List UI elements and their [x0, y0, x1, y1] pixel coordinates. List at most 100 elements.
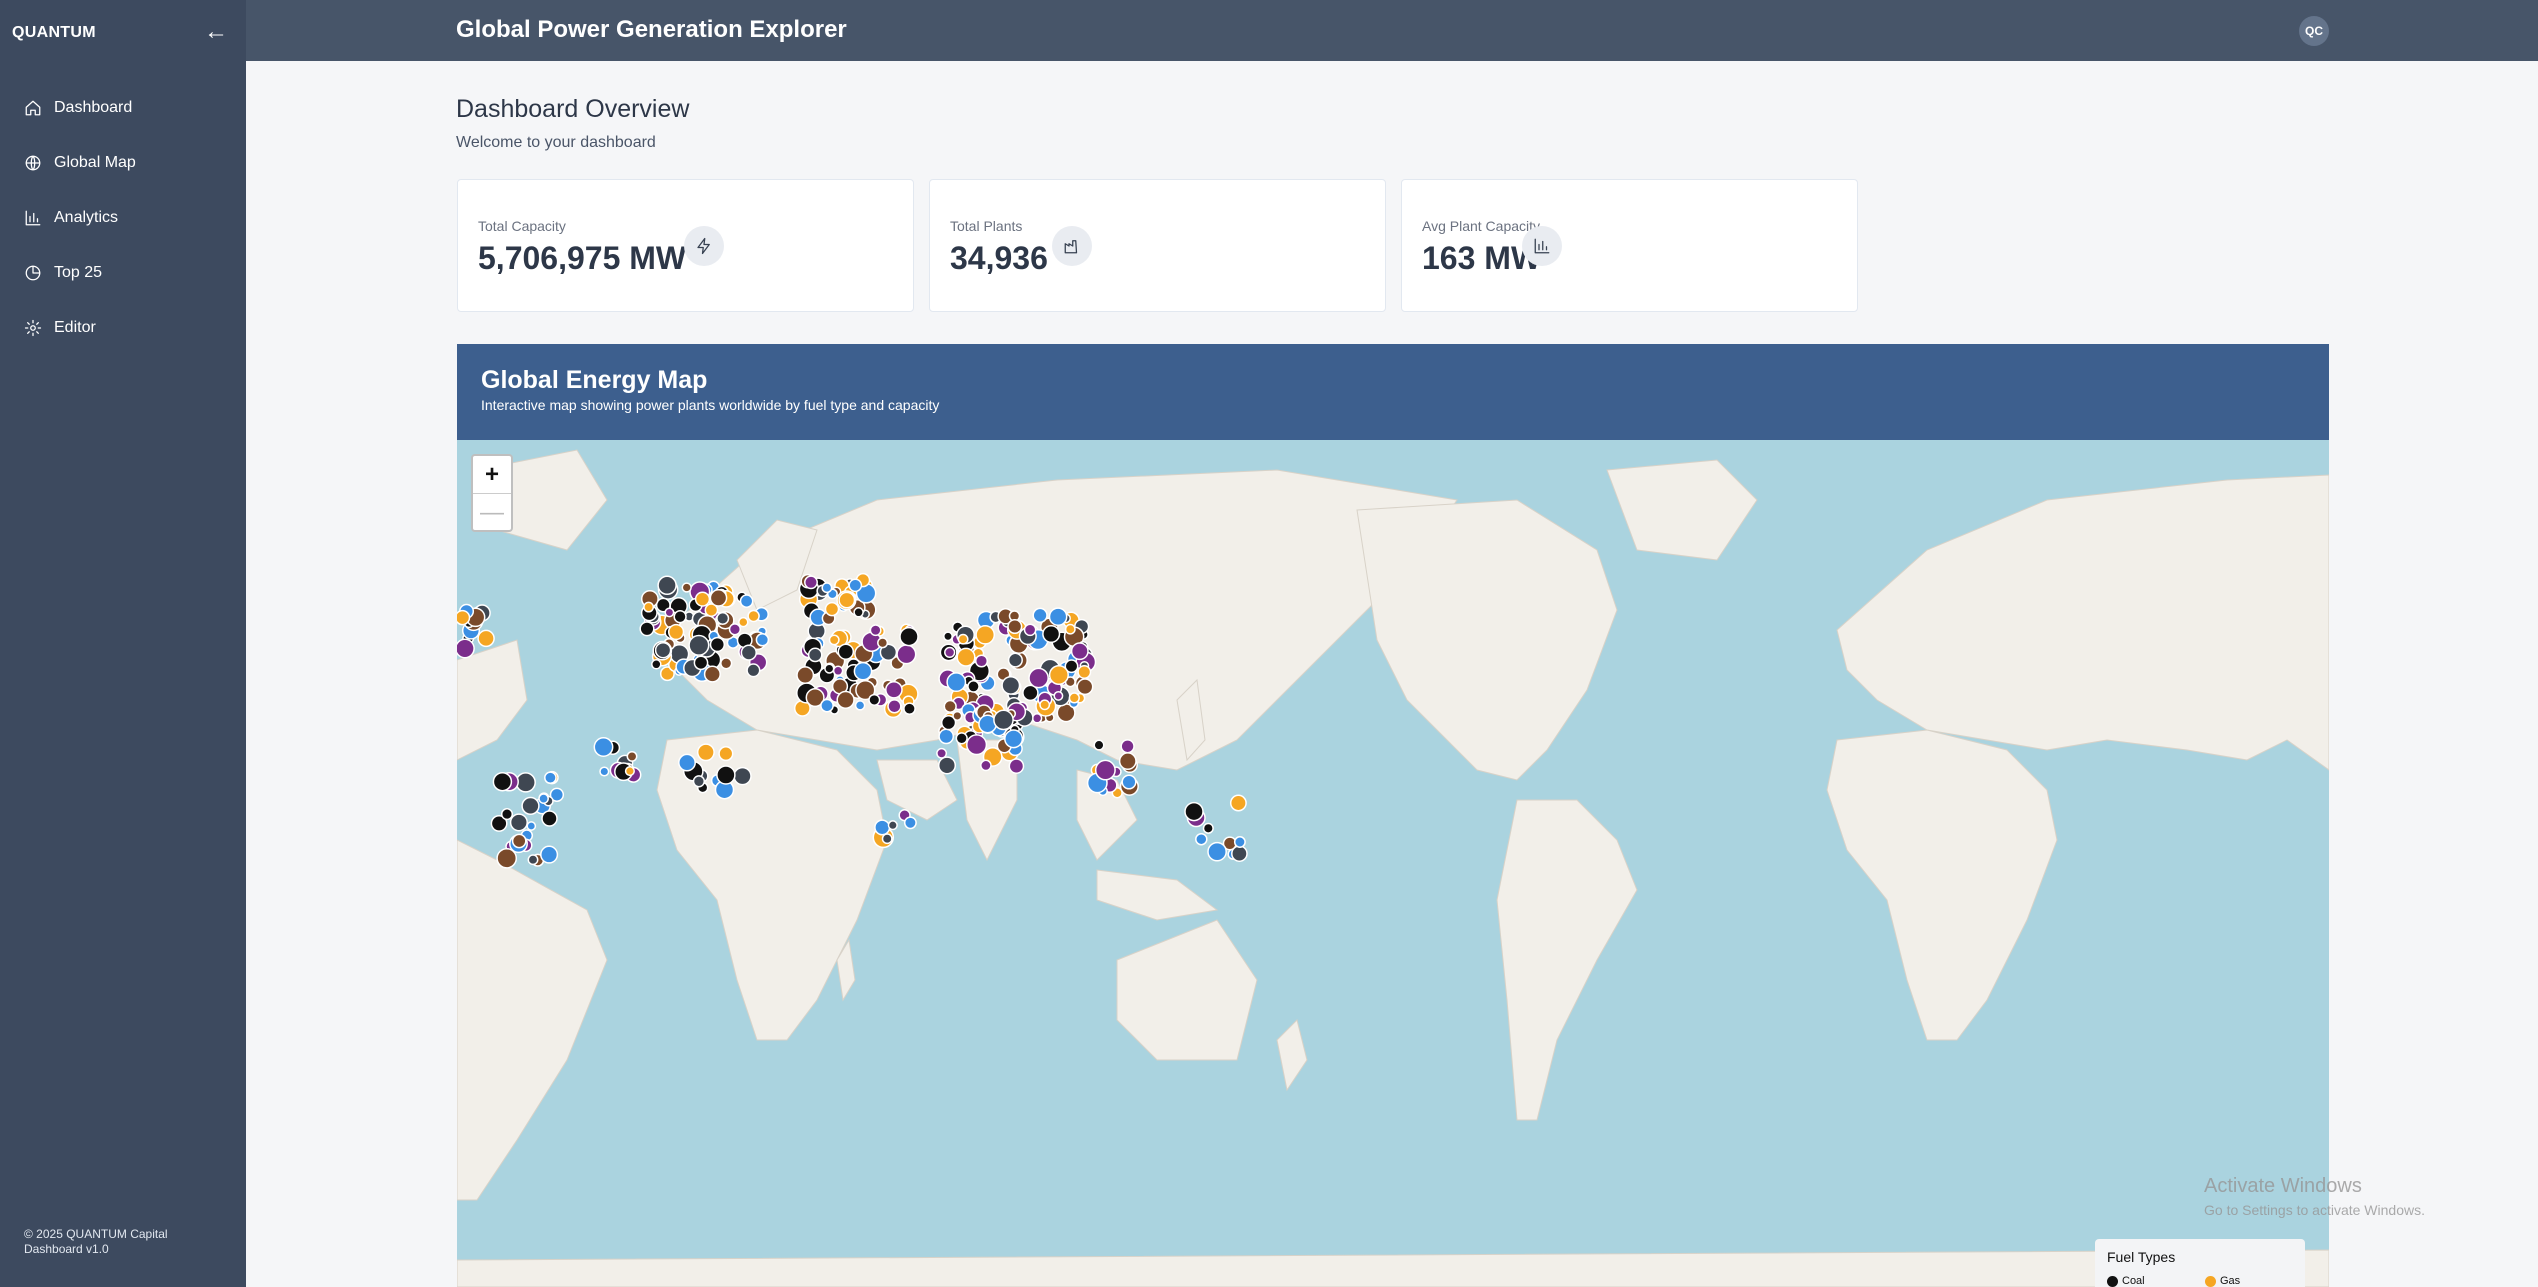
- plant-marker[interactable]: [832, 665, 844, 677]
- plant-marker[interactable]: [1093, 739, 1105, 751]
- plant-marker[interactable]: [747, 609, 760, 623]
- sidebar-item-global-map[interactable]: Global Map: [0, 143, 246, 183]
- plant-marker[interactable]: [1007, 652, 1023, 668]
- plant-marker[interactable]: [1039, 699, 1051, 711]
- plant-marker[interactable]: [837, 643, 855, 660]
- avatar[interactable]: QC: [2299, 16, 2329, 46]
- plant-marker[interactable]: [728, 623, 742, 636]
- plant-marker[interactable]: [540, 845, 559, 864]
- plant-marker[interactable]: [836, 690, 855, 710]
- plant-marker[interactable]: [1068, 692, 1080, 704]
- plant-marker[interactable]: [457, 638, 475, 659]
- plant-marker[interactable]: [496, 847, 518, 869]
- plant-marker[interactable]: [709, 636, 726, 653]
- plant-marker[interactable]: [541, 810, 558, 827]
- plant-marker[interactable]: [877, 637, 889, 649]
- plant-marker[interactable]: [740, 644, 757, 661]
- plant-marker[interactable]: [868, 693, 881, 706]
- sidebar-item-top-25[interactable]: Top 25: [0, 253, 246, 293]
- plant-marker[interactable]: [903, 702, 916, 716]
- plant-marker[interactable]: [1064, 623, 1076, 635]
- plant-marker[interactable]: [694, 591, 711, 607]
- plant-marker[interactable]: [1004, 729, 1024, 749]
- plant-marker[interactable]: [966, 734, 988, 756]
- plant-marker[interactable]: [885, 680, 903, 699]
- plant-marker[interactable]: [975, 624, 996, 645]
- plant-marker[interactable]: [936, 747, 948, 759]
- plant-marker[interactable]: [903, 816, 917, 830]
- plant-marker[interactable]: [624, 766, 635, 777]
- sidebar-item-analytics[interactable]: Analytics: [0, 198, 246, 238]
- plant-marker[interactable]: [943, 699, 957, 714]
- plant-marker[interactable]: [1231, 845, 1248, 862]
- plant-marker[interactable]: [1120, 739, 1135, 754]
- plant-marker[interactable]: [1076, 678, 1094, 696]
- plant-marker[interactable]: [957, 633, 969, 645]
- plant-marker[interactable]: [946, 672, 967, 693]
- plant-marker[interactable]: [654, 641, 672, 659]
- plant-marker[interactable]: [703, 665, 721, 683]
- plant-marker[interactable]: [511, 833, 527, 849]
- plant-marker[interactable]: [974, 654, 989, 668]
- arrow-left-icon[interactable]: ←: [204, 18, 228, 46]
- plant-marker[interactable]: [639, 621, 655, 637]
- plant-marker[interactable]: [1195, 832, 1208, 846]
- plant-marker[interactable]: [869, 624, 882, 637]
- plant-marker[interactable]: [643, 601, 655, 613]
- plant-marker[interactable]: [1023, 623, 1037, 637]
- plant-marker[interactable]: [1207, 841, 1227, 862]
- plant-marker[interactable]: [526, 821, 537, 831]
- plant-marker[interactable]: [651, 659, 662, 670]
- plant-marker[interactable]: [838, 591, 856, 609]
- plant-marker[interactable]: [593, 737, 614, 757]
- plant-marker[interactable]: [828, 634, 840, 646]
- plant-marker[interactable]: [821, 582, 833, 594]
- plant-marker[interactable]: [673, 610, 687, 624]
- plant-marker[interactable]: [1118, 752, 1137, 771]
- plant-marker[interactable]: [1070, 642, 1089, 661]
- plant-marker[interactable]: [515, 772, 536, 793]
- plant-marker[interactable]: [943, 631, 953, 642]
- plant-marker[interactable]: [824, 601, 840, 617]
- plant-marker[interactable]: [492, 771, 513, 792]
- plant-marker[interactable]: [667, 623, 685, 641]
- plant-marker[interactable]: [796, 666, 815, 685]
- plant-marker[interactable]: [1121, 774, 1137, 790]
- plant-marker[interactable]: [1053, 690, 1064, 701]
- world-map[interactable]: + — Fuel Types Coal Gas: [457, 440, 2329, 1287]
- plant-marker[interactable]: [626, 750, 638, 762]
- plant-marker[interactable]: [807, 647, 823, 663]
- plant-marker[interactable]: [1028, 667, 1049, 689]
- plant-marker[interactable]: [692, 775, 706, 788]
- plant-marker[interactable]: [755, 633, 770, 647]
- plant-marker[interactable]: [993, 709, 1014, 731]
- plant-marker[interactable]: [678, 753, 696, 772]
- plant-marker[interactable]: [733, 766, 752, 786]
- zoom-out-button[interactable]: —: [473, 494, 511, 531]
- plant-marker[interactable]: [1032, 607, 1048, 623]
- plant-marker[interactable]: [1077, 665, 1092, 679]
- plant-marker[interactable]: [1202, 822, 1214, 834]
- plant-marker[interactable]: [881, 833, 893, 845]
- plant-marker[interactable]: [887, 699, 902, 714]
- plant-marker[interactable]: [477, 629, 495, 648]
- plant-marker[interactable]: [709, 589, 728, 607]
- sidebar-item-dashboard[interactable]: Dashboard: [0, 88, 246, 128]
- plant-marker[interactable]: [681, 582, 692, 593]
- plant-marker[interactable]: [820, 698, 834, 713]
- zoom-in-button[interactable]: +: [473, 456, 511, 494]
- plant-marker[interactable]: [664, 607, 675, 618]
- plant-marker[interactable]: [853, 661, 873, 681]
- plant-marker[interactable]: [899, 626, 919, 647]
- plant-marker[interactable]: [599, 766, 610, 777]
- plant-marker[interactable]: [696, 743, 715, 762]
- plant-marker[interactable]: [1229, 794, 1247, 812]
- plant-marker[interactable]: [720, 657, 733, 670]
- plant-marker[interactable]: [688, 634, 710, 656]
- plant-marker[interactable]: [457, 609, 471, 626]
- plant-marker[interactable]: [956, 647, 976, 667]
- plant-marker[interactable]: [1233, 836, 1246, 848]
- plant-marker[interactable]: [848, 578, 863, 593]
- plant-marker[interactable]: [938, 728, 955, 745]
- plant-marker[interactable]: [937, 756, 957, 775]
